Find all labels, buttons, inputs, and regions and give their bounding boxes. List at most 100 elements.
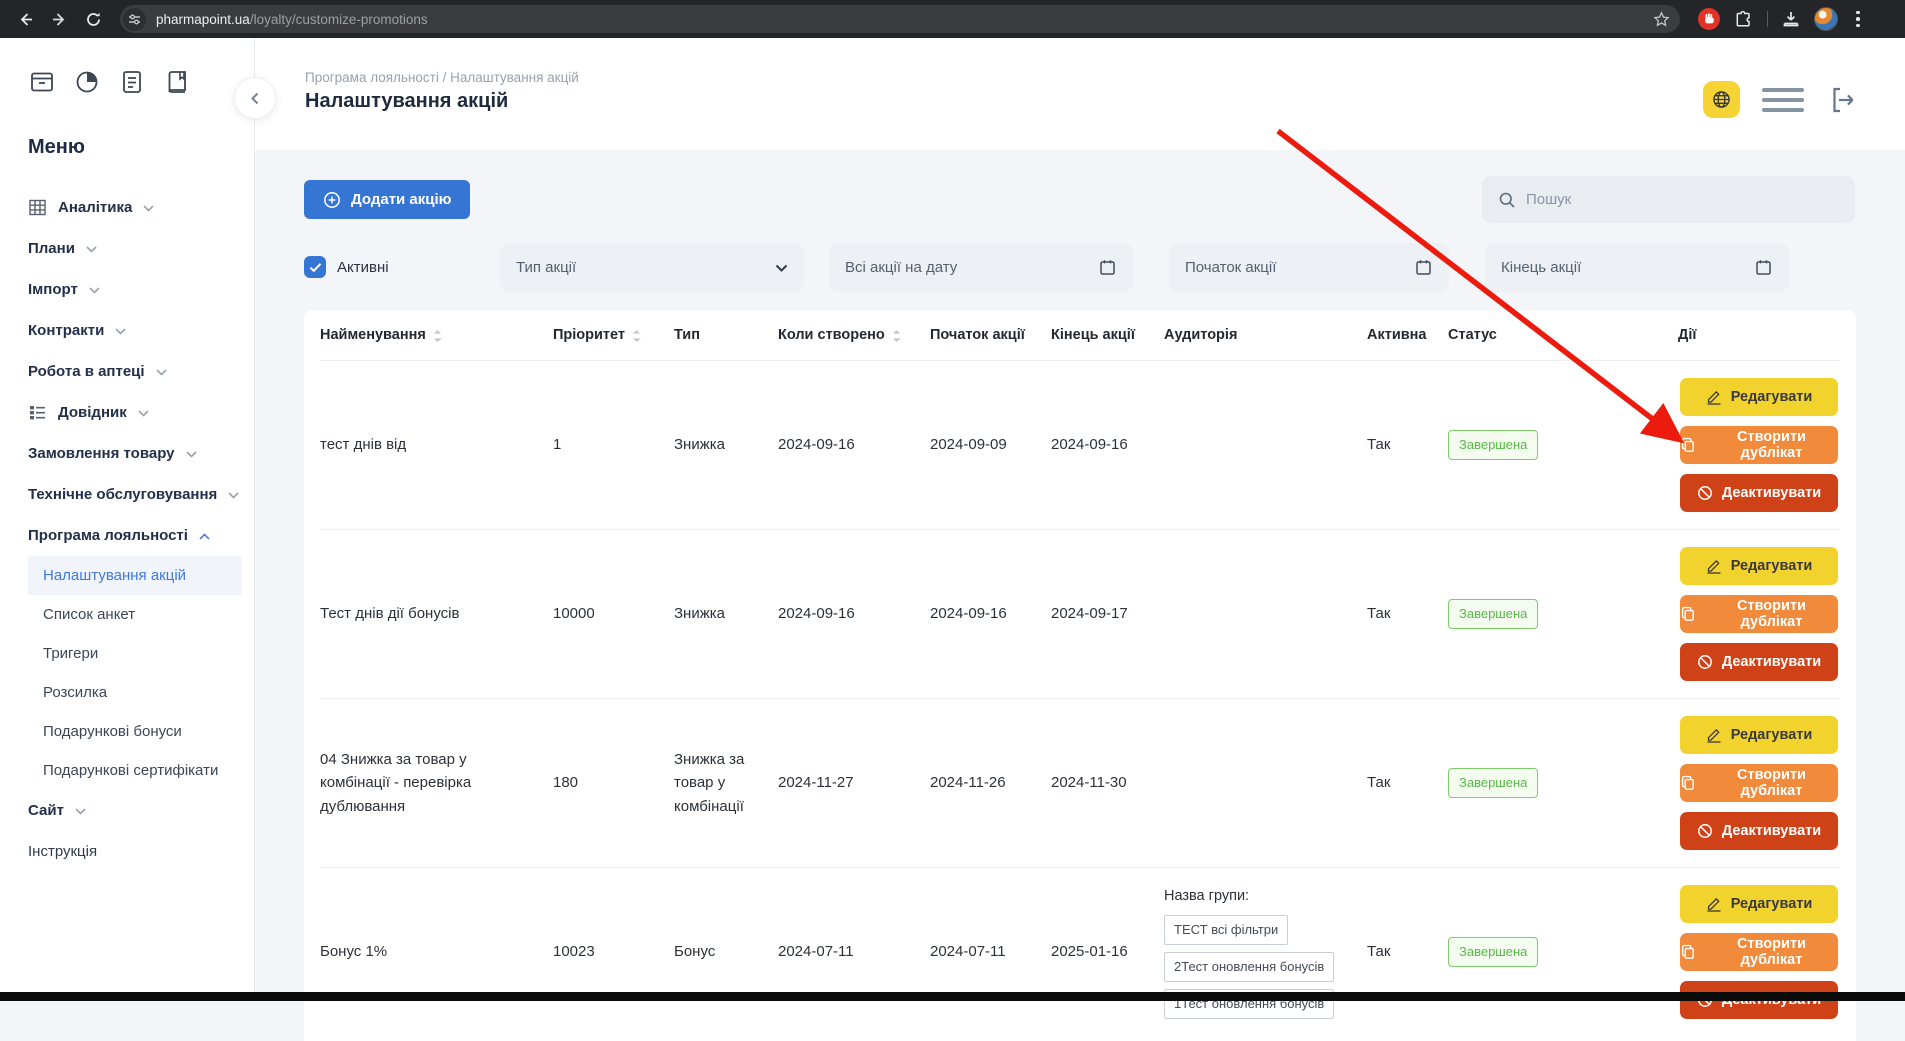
document-icon[interactable] bbox=[118, 68, 146, 96]
sort-icon[interactable] bbox=[632, 329, 641, 343]
edit-button-label: Редагувати bbox=[1731, 896, 1813, 912]
sidebar-subitem[interactable]: Тригери bbox=[28, 634, 242, 673]
pencil-icon bbox=[1706, 389, 1722, 405]
sidebar-item[interactable]: Сайт bbox=[28, 790, 254, 831]
archive-icon[interactable] bbox=[28, 68, 56, 96]
address-bar[interactable]: pharmapoint.ua/loyalty/customize-promoti… bbox=[120, 5, 1680, 33]
cell-created: 2024-11-27 bbox=[778, 771, 930, 794]
calendar-icon bbox=[1098, 258, 1117, 277]
sidebar-item[interactable]: Технічне обслуговування bbox=[28, 474, 254, 515]
breadcrumb: Програма лояльності / Налаштування акцій bbox=[305, 70, 579, 85]
duplicate-button[interactable]: Створити дублікат bbox=[1680, 595, 1838, 633]
duplicate-button[interactable]: Створити дублікат bbox=[1680, 426, 1838, 464]
sidebar-item[interactable]: Замовлення товару bbox=[28, 433, 254, 474]
cell-name: Бонус 1% bbox=[320, 940, 553, 963]
sidebar-collapse-button[interactable] bbox=[234, 77, 276, 119]
column-header-label: Пріоритет bbox=[553, 327, 625, 343]
duplicate-button[interactable]: Створити дублікат bbox=[1680, 933, 1838, 971]
pie-chart-icon[interactable] bbox=[73, 68, 101, 96]
cell-name: тест днів від bbox=[320, 433, 553, 456]
edit-button[interactable]: Редагувати bbox=[1680, 716, 1838, 754]
sidebar-item[interactable]: Імпорт bbox=[28, 269, 254, 310]
language-globe-button[interactable] bbox=[1703, 81, 1740, 118]
cell-status: Завершена bbox=[1448, 937, 1678, 967]
sidebar-item[interactable]: Інструкція bbox=[28, 831, 254, 872]
forward-button[interactable] bbox=[44, 4, 74, 34]
sidebar-subitem-label: Подарункові бонуси bbox=[43, 723, 182, 740]
calendar-icon bbox=[1754, 258, 1773, 277]
deactivate-button-label: Деактивувати bbox=[1722, 485, 1821, 501]
browser-menu-icon[interactable] bbox=[1852, 7, 1864, 32]
sidebar-item[interactable]: Плани bbox=[28, 228, 254, 269]
active-checkbox[interactable] bbox=[304, 256, 326, 278]
column-header: Пріоритет bbox=[553, 327, 674, 343]
sidebar-item[interactable]: Програма лояльності bbox=[28, 515, 254, 556]
duplicate-button-label: Створити дублікат bbox=[1705, 936, 1838, 968]
column-header: Найменування bbox=[320, 327, 553, 343]
all-promotions-on-date-picker[interactable]: Всі акції на дату bbox=[829, 243, 1133, 292]
sort-icon[interactable] bbox=[433, 329, 442, 343]
promotion-end-picker[interactable]: Кінець акції bbox=[1485, 243, 1789, 292]
copy-icon bbox=[1680, 775, 1696, 791]
cell-status: Завершена bbox=[1448, 599, 1678, 629]
cell-start: 2024-09-09 bbox=[930, 433, 1051, 456]
column-header: Кінець акції bbox=[1051, 327, 1164, 343]
list-icon bbox=[28, 403, 47, 422]
sort-icon[interactable] bbox=[892, 329, 901, 343]
sidebar-subitem[interactable]: Подарункові сертифікати bbox=[28, 751, 242, 790]
bookmark-star-icon[interactable] bbox=[1653, 11, 1670, 28]
sidebar-item[interactable]: Аналітика bbox=[28, 187, 254, 228]
cell-created: 2024-09-16 bbox=[778, 433, 930, 456]
book-icon[interactable] bbox=[163, 68, 191, 96]
audience-tag: 2Тест оновлення бонусів bbox=[1164, 952, 1334, 982]
add-promotion-button[interactable]: Додати акцію bbox=[304, 180, 470, 219]
sidebar-subitem[interactable]: Розсилка bbox=[28, 673, 242, 712]
deactivate-button[interactable]: Деактивувати bbox=[1680, 474, 1838, 512]
promotion-type-select[interactable]: Тип акції bbox=[500, 243, 804, 292]
promotion-start-picker[interactable]: Початок акції bbox=[1169, 243, 1449, 292]
sidebar-subitem[interactable]: Налаштування акцій bbox=[28, 556, 242, 595]
edit-button[interactable]: Редагувати bbox=[1680, 547, 1838, 585]
edit-button[interactable]: Редагувати bbox=[1680, 885, 1838, 923]
search-box[interactable] bbox=[1482, 176, 1855, 223]
cell-name: 04 Знижка за товар у комбінації - переві… bbox=[320, 748, 553, 818]
site-info-icon[interactable] bbox=[123, 8, 146, 31]
duplicate-button[interactable]: Створити дублікат bbox=[1680, 764, 1838, 802]
browser-toolbar: pharmapoint.ua/loyalty/customize-promoti… bbox=[0, 0, 1905, 38]
pencil-icon bbox=[1706, 896, 1722, 912]
extensions-icon[interactable] bbox=[1734, 10, 1753, 29]
adblock-extension-icon[interactable] bbox=[1698, 8, 1720, 30]
sidebar-item-label: Аналітика bbox=[58, 199, 132, 216]
profile-avatar[interactable] bbox=[1814, 7, 1838, 31]
downloads-icon[interactable] bbox=[1782, 10, 1800, 28]
sidebar-subitem-label: Розсилка bbox=[43, 684, 107, 701]
sidebar-subitem-label: Налаштування акцій bbox=[43, 567, 186, 584]
logout-icon[interactable] bbox=[1826, 83, 1860, 117]
sidebar-subitem[interactable]: Список анкет bbox=[28, 595, 242, 634]
search-input[interactable] bbox=[1526, 191, 1839, 208]
status-badge: Завершена bbox=[1448, 768, 1538, 798]
edit-button[interactable]: Редагувати bbox=[1680, 378, 1838, 416]
column-header: Аудиторія bbox=[1164, 327, 1367, 343]
sidebar-item[interactable]: Довідник bbox=[28, 392, 254, 433]
chevron-down-icon bbox=[228, 492, 239, 499]
hamburger-menu-icon[interactable] bbox=[1762, 84, 1804, 116]
all-promotions-on-date-value: Всі акції на дату bbox=[845, 259, 957, 276]
duplicate-button-label: Створити дублікат bbox=[1705, 429, 1838, 461]
deactivate-button[interactable]: Деактивувати bbox=[1680, 643, 1838, 681]
sidebar-subitem-label: Список анкет bbox=[43, 606, 135, 623]
sidebar-subitem[interactable]: Подарункові бонуси bbox=[28, 712, 242, 751]
column-header-label: Дії bbox=[1678, 327, 1696, 343]
cell-type: Знижка bbox=[674, 433, 778, 456]
reload-button[interactable] bbox=[78, 4, 108, 34]
menu-title: Меню bbox=[28, 136, 254, 159]
back-button[interactable] bbox=[10, 4, 40, 34]
deactivate-button[interactable]: Деактивувати bbox=[1680, 812, 1838, 850]
sidebar-item[interactable]: Робота в аптеці bbox=[28, 351, 254, 392]
sidebar-item[interactable]: Контракти bbox=[28, 310, 254, 351]
cell-start: 2024-11-26 bbox=[930, 771, 1051, 794]
active-filter[interactable]: Активні bbox=[304, 256, 389, 278]
column-header: Статус bbox=[1448, 327, 1678, 343]
status-badge: Завершена bbox=[1448, 937, 1538, 967]
url-text: pharmapoint.ua/loyalty/customize-promoti… bbox=[156, 12, 1643, 27]
